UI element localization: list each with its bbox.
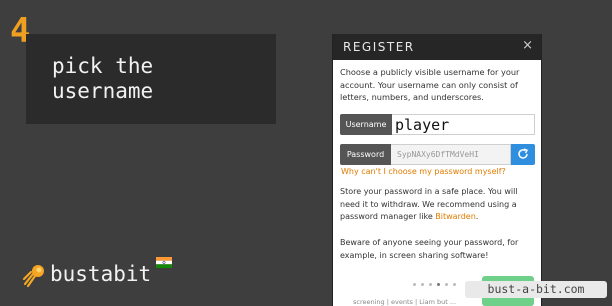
modal-body: Choose a publicly visible username for y…	[333, 60, 541, 104]
close-icon[interactable]: ×	[522, 38, 533, 53]
step-dot	[453, 283, 456, 286]
modal-title: REGISTER	[343, 40, 415, 54]
store-text-end: .	[475, 212, 479, 221]
step-dot-active	[437, 283, 440, 286]
why-password-link[interactable]: Why can't I choose my password myself?	[341, 167, 506, 176]
step-dot	[445, 283, 448, 286]
step-dot	[429, 283, 432, 286]
cut-off-text: screening | events | Liam but ...	[353, 298, 457, 306]
intro-text: Choose a publicly visible username for y…	[340, 67, 520, 102]
register-modal: REGISTER × Choose a publicly visible use…	[332, 34, 542, 306]
regenerate-password-button[interactable]	[511, 144, 535, 165]
beware-text: Beware of anyone seeing your password, f…	[340, 238, 519, 260]
modal-header: REGISTER ×	[333, 34, 541, 60]
password-row: Password	[340, 144, 535, 165]
password-label: Password	[340, 144, 391, 165]
username-input[interactable]	[392, 114, 535, 135]
bitwarden-link[interactable]: Bitwarden	[435, 212, 476, 221]
step-dot	[421, 283, 424, 286]
caption-box: pick the username	[26, 34, 276, 124]
rocket-icon	[22, 265, 44, 288]
store-text: Store your password in a safe place. You…	[340, 187, 518, 221]
brand-name: bustabit	[50, 262, 152, 286]
username-label: Username	[340, 114, 392, 135]
store-password-text: Store your password in a safe place. You…	[340, 186, 536, 224]
password-input[interactable]	[391, 144, 511, 165]
step-dot	[413, 283, 416, 286]
caption-text: pick the username	[52, 54, 154, 103]
india-flag-icon	[156, 257, 172, 268]
step-dots	[413, 283, 456, 289]
username-row: Username	[340, 114, 535, 135]
watermark: bust-a-bit.com	[465, 281, 607, 298]
refresh-icon	[518, 148, 528, 159]
